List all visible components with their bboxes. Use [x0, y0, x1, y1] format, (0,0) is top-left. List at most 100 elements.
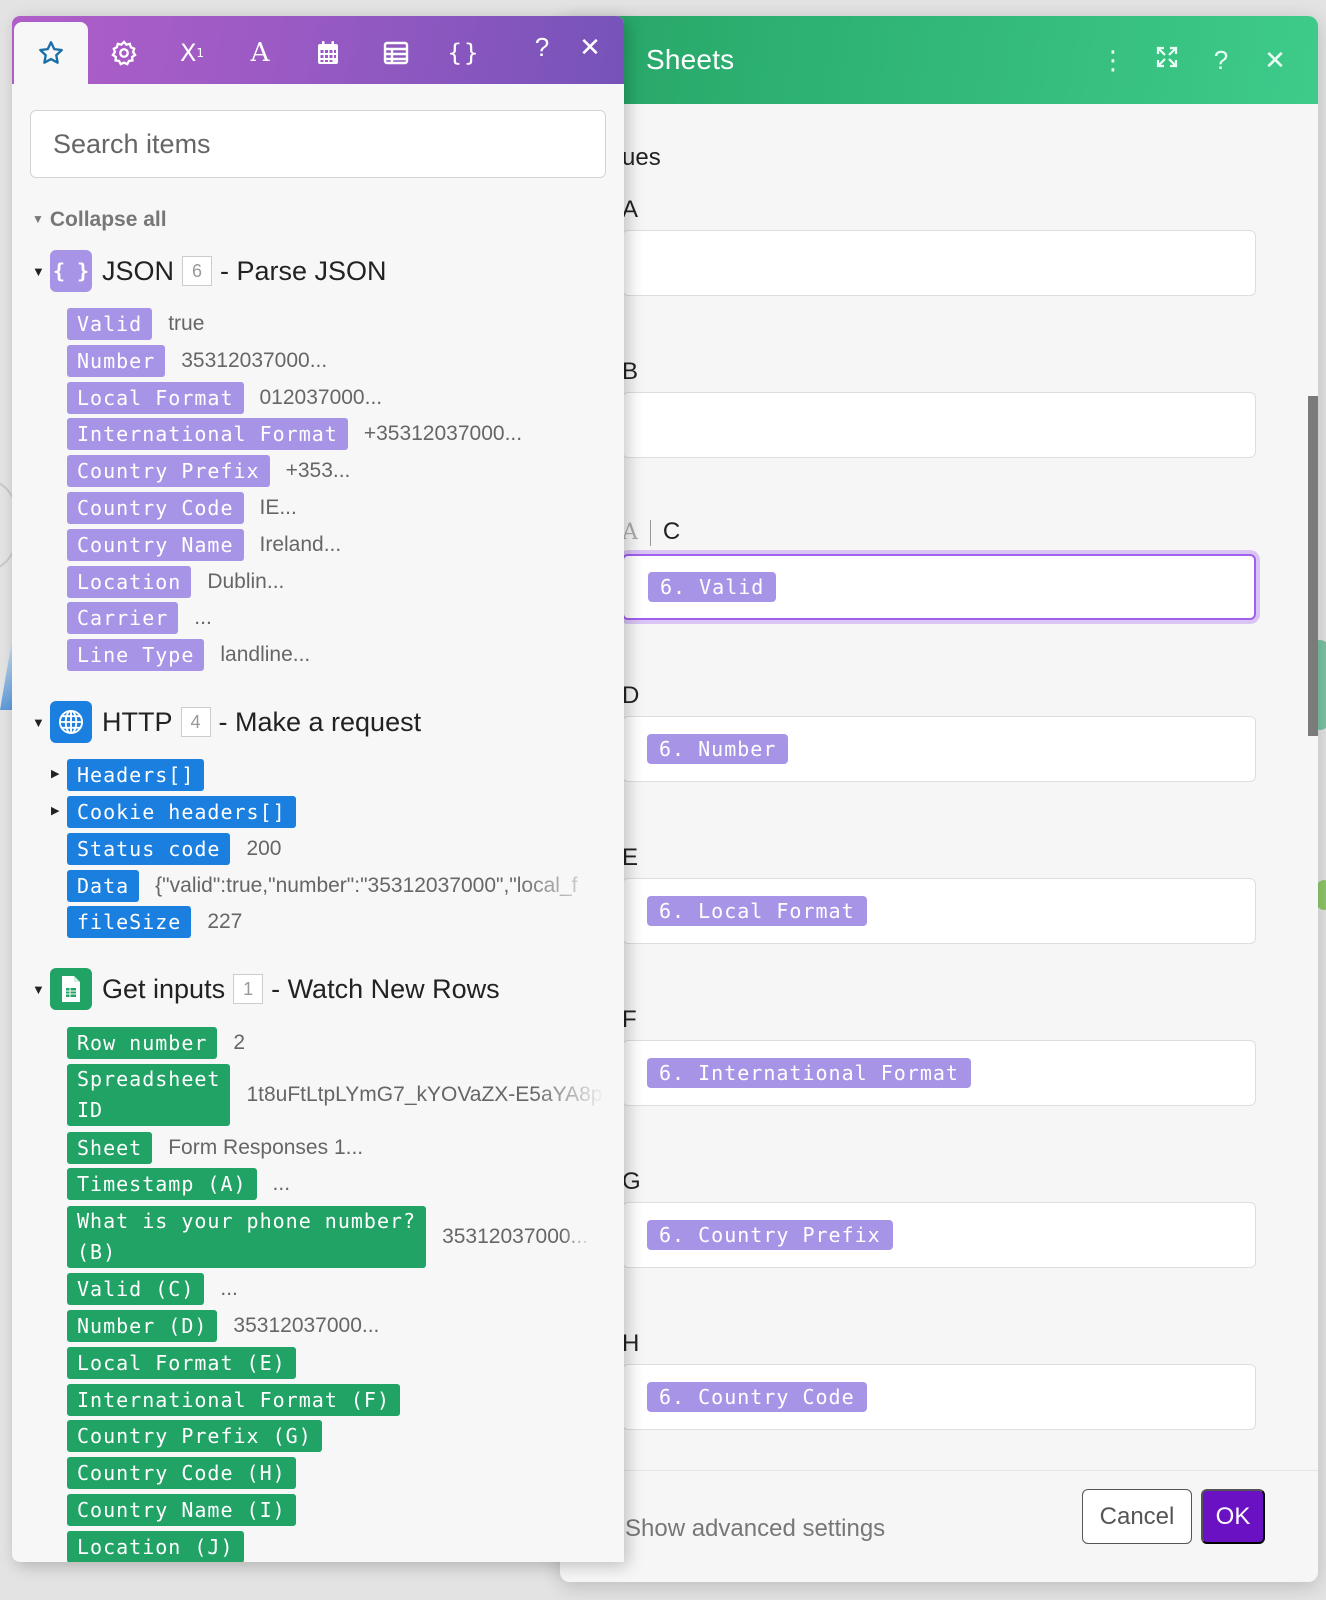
module-header-json[interactable]: ▼ { } JSON 6 - Parse JSON [32, 250, 387, 292]
scrollbar-thumb[interactable] [1308, 396, 1318, 736]
item-pill[interactable]: Cookie headers[] [67, 796, 296, 828]
item-pill-line: Spreadsheet [77, 1067, 221, 1091]
tab-favorites[interactable] [14, 22, 88, 84]
item-pill[interactable]: What is your phone number? (B) [67, 1206, 427, 1268]
tab-general-functions[interactable] [90, 22, 158, 84]
close-icon[interactable]: ✕ [1248, 45, 1302, 76]
field-input-d[interactable]: 6. Number [622, 716, 1256, 782]
list-item: fileSize 227 [67, 906, 242, 938]
caret-down-icon[interactable]: ▼ [32, 264, 50, 279]
mode-toggle-icon[interactable]: A [622, 520, 638, 545]
field-input-g[interactable]: 6. Country Prefix [622, 1202, 1256, 1268]
item-pill[interactable]: Sheet [67, 1132, 153, 1164]
field-input-a[interactable] [622, 230, 1256, 296]
mapping-panel: X1 A {} ? ✕ Search items ▼ Collapse all … [12, 16, 624, 1562]
item-value: +353... [285, 459, 351, 482]
field-label-a: A [622, 196, 639, 223]
item-pill[interactable]: Headers[] [67, 759, 205, 791]
list-item: Status code 200 [67, 833, 282, 865]
dialog-footer: Show advanced settings Cancel OK [560, 1470, 1318, 1582]
item-pill[interactable]: Local Format [67, 382, 244, 414]
mapped-value-pill[interactable]: 6. Country Prefix [647, 1220, 893, 1250]
module-number-badge: 4 [180, 707, 211, 737]
item-pill[interactable]: International Format (F) [67, 1384, 400, 1416]
module-name: HTTP [102, 706, 173, 737]
list-item: Country Code (H) [67, 1457, 296, 1489]
superscript-icon-sup: 1 [196, 46, 205, 60]
item-pill[interactable]: Country Code [67, 492, 244, 524]
dialog-header: Sheets ⋮ ? ✕ [560, 16, 1318, 104]
field-input-e[interactable]: 6. Local Format [622, 878, 1256, 944]
list-item: Data {"valid":true,"number":"35312037000"… [67, 870, 605, 902]
item-pill[interactable]: Country Code (H) [67, 1457, 296, 1489]
item-pill[interactable]: Location (J) [67, 1531, 244, 1562]
item-pill[interactable]: Spreadsheet ID [67, 1064, 231, 1126]
superscript-icon: X [179, 39, 197, 67]
module-name: Get inputs [102, 973, 226, 1004]
item-pill[interactable]: Country Name [67, 529, 244, 561]
module-header-http[interactable]: ▼ HTTP 4 - Make a request [32, 701, 421, 743]
help-icon[interactable]: ? [1194, 45, 1248, 76]
item-pill[interactable]: fileSize [67, 906, 192, 938]
module-header-get-inputs[interactable]: ▼ Get inputs 1 - Watch New Rows [32, 968, 500, 1010]
item-pill[interactable]: Country Name (I) [67, 1494, 296, 1526]
item-pill[interactable]: Status code [67, 833, 231, 865]
mapped-value-pill[interactable]: 6. International Format [647, 1058, 971, 1088]
field-input-h[interactable]: 6. Country Code [622, 1364, 1256, 1430]
caret-right-icon[interactable]: ▶ [51, 767, 59, 780]
field-input-f[interactable]: 6. International Format [622, 1040, 1256, 1106]
item-pill[interactable]: Local Format (E) [67, 1347, 296, 1379]
item-pill[interactable]: Country Prefix [67, 455, 270, 487]
tab-json-functions[interactable]: {} [430, 22, 498, 84]
ok-button[interactable]: OK [1201, 1489, 1265, 1544]
collapse-all-toggle[interactable]: ▼ Collapse all [32, 208, 167, 232]
mapped-value-pill[interactable]: 6. Valid [648, 572, 777, 602]
mapped-value-pill[interactable]: 6. Number [647, 734, 789, 764]
expand-icon[interactable] [1140, 45, 1194, 76]
caret-down-icon[interactable]: ▼ [32, 982, 50, 997]
close-icon[interactable]: ✕ [566, 32, 614, 63]
field-input-b[interactable] [622, 392, 1256, 458]
tab-math-functions[interactable]: X1 [158, 22, 226, 84]
mapped-value-pill[interactable]: 6. Local Format [647, 896, 867, 926]
field-label-d: D [622, 682, 640, 709]
search-items-input[interactable] [30, 110, 606, 178]
item-value: Dublin... [207, 570, 285, 593]
tab-text-functions[interactable]: A [226, 22, 294, 84]
item-pill-line: (B) [77, 1240, 117, 1264]
section-title-fragment: ues [622, 144, 661, 171]
show-advanced-settings-toggle[interactable]: Show advanced settings [625, 1515, 885, 1543]
cancel-button[interactable]: Cancel [1082, 1489, 1192, 1544]
list-item: Line Type landline... [67, 639, 310, 671]
list-item: Country Name (I) [67, 1494, 296, 1526]
item-pill[interactable]: Number (D) [67, 1310, 218, 1342]
item-pill[interactable]: International Format [67, 418, 348, 450]
help-icon[interactable]: ? [518, 32, 566, 63]
caret-right-icon[interactable]: ▶ [51, 804, 59, 817]
item-pill[interactable]: Number [67, 345, 166, 377]
item-pill[interactable]: Country Prefix (G) [67, 1420, 322, 1452]
item-pill[interactable]: Line Type [67, 639, 205, 671]
item-pill[interactable]: Row number [67, 1027, 218, 1059]
tab-date-functions[interactable] [294, 22, 362, 84]
caret-down-icon[interactable]: ▼ [32, 715, 50, 730]
tab-array-functions[interactable] [362, 22, 430, 84]
item-pill[interactable]: Carrier [67, 602, 179, 634]
item-pill[interactable]: Valid [67, 308, 153, 340]
field-input-c[interactable]: 6. Valid [622, 554, 1256, 620]
item-pill[interactable]: Timestamp (A) [67, 1168, 257, 1200]
field-label-c: C [662, 518, 681, 545]
globe-icon [50, 701, 92, 743]
item-pill-line: What is your phone number? [77, 1209, 417, 1233]
mapped-value-pill[interactable]: 6. Country Code [647, 1382, 867, 1412]
item-value: 35312037000... [181, 349, 328, 372]
more-vertical-icon[interactable]: ⋮ [1086, 45, 1140, 76]
item-value: 200 [246, 837, 282, 860]
item-pill[interactable]: Valid (C) [67, 1273, 205, 1305]
item-pill[interactable]: Data [67, 870, 140, 902]
calendar-icon [318, 41, 338, 64]
item-value: 35312037000... [442, 1225, 589, 1248]
item-pill[interactable]: Location [67, 566, 192, 598]
module-action: - Make a request [218, 706, 422, 737]
gear-icon [111, 40, 137, 66]
